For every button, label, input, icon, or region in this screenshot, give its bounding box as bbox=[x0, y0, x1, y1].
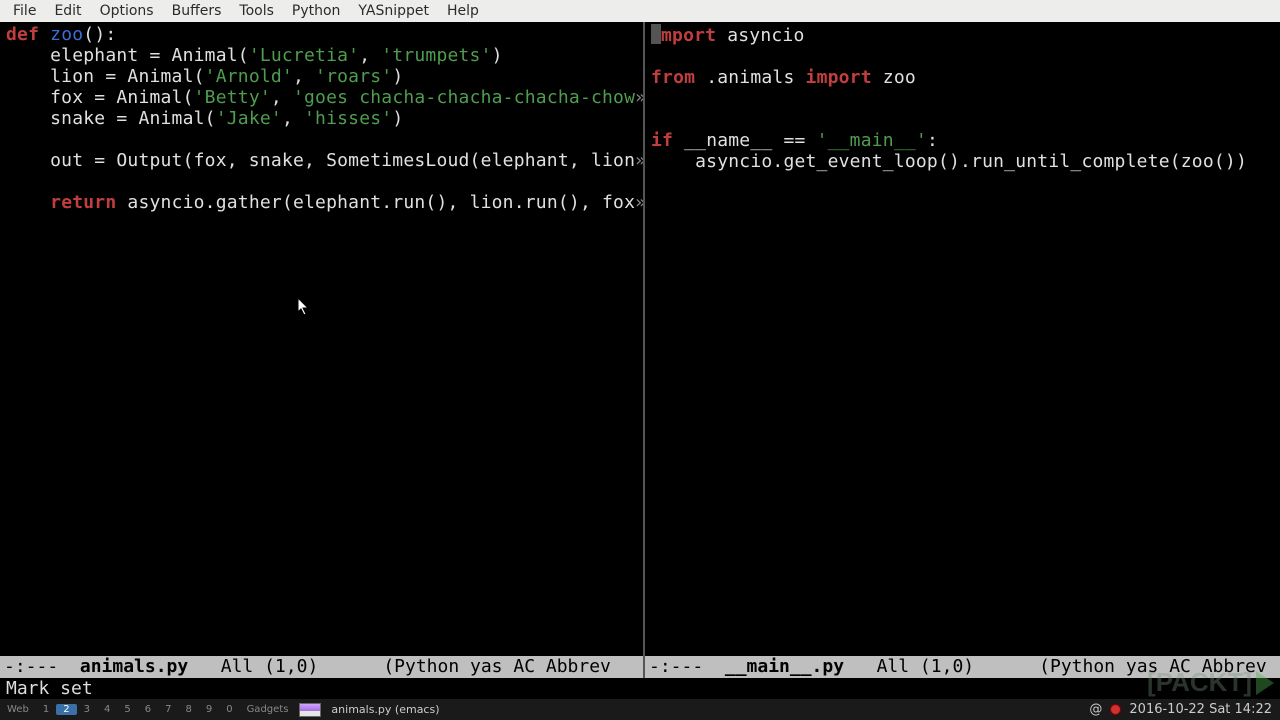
workspace-1[interactable]: 1 bbox=[36, 704, 56, 715]
system-tray: @ 2016-10-22 Sat 14:22 bbox=[1089, 702, 1280, 717]
menu-python[interactable]: Python bbox=[283, 3, 350, 19]
workspace-8[interactable]: 8 bbox=[178, 704, 198, 715]
minibuffer: Mark set bbox=[0, 678, 1280, 699]
mode-line-right: -:--- __main__.py All (1,0) (Python yas … bbox=[645, 656, 1280, 678]
modeline-modes: (Python yas AC Abbrev bbox=[383, 656, 611, 677]
modeline-position: All (1,0) bbox=[844, 656, 1039, 677]
right-pane[interactable]: mport asyncio from .animals import zoo i… bbox=[645, 22, 1280, 678]
taskbar: Web 1234567890 Gadgets animals.py (emacs… bbox=[0, 699, 1280, 720]
menu-help[interactable]: Help bbox=[438, 3, 488, 19]
clock: 2016-10-22 Sat 14:22 bbox=[1129, 702, 1272, 717]
workspace-label-gadgets[interactable]: Gadgets bbox=[240, 704, 296, 715]
workspace-3[interactable]: 3 bbox=[77, 704, 97, 715]
menu-bar: FileEditOptionsBuffersToolsPythonYASnipp… bbox=[0, 0, 1280, 22]
workspace-0[interactable]: 0 bbox=[219, 704, 239, 715]
code-body-left[interactable]: def zoo(): elephant = Animal('Lucretia',… bbox=[0, 22, 643, 213]
workspace-label-web[interactable]: Web bbox=[0, 704, 36, 715]
workspace-6[interactable]: 6 bbox=[138, 704, 158, 715]
mode-line-left: -:--- animals.py All (1,0) (Python yas A… bbox=[0, 656, 643, 678]
buffer-name: __main__.py bbox=[725, 656, 844, 677]
menu-options[interactable]: Options bbox=[91, 3, 163, 19]
workspace-7[interactable]: 7 bbox=[158, 704, 178, 715]
menu-file[interactable]: File bbox=[4, 3, 45, 19]
at-icon: @ bbox=[1089, 702, 1102, 717]
workspace-5[interactable]: 5 bbox=[117, 704, 137, 715]
menu-tools[interactable]: Tools bbox=[230, 3, 283, 19]
menu-buffers[interactable]: Buffers bbox=[163, 3, 231, 19]
workspace-9[interactable]: 9 bbox=[199, 704, 219, 715]
notification-dot-icon[interactable] bbox=[1110, 704, 1121, 715]
code-body-right[interactable]: mport asyncio from .animals import zoo i… bbox=[645, 22, 1280, 172]
buffer-name: animals.py bbox=[80, 656, 188, 677]
modeline-position: All (1,0) bbox=[188, 656, 383, 677]
menu-edit[interactable]: Edit bbox=[45, 3, 90, 19]
modeline-prefix: -:--- bbox=[649, 656, 725, 677]
editor-area: def zoo(): elephant = Animal('Lucretia',… bbox=[0, 22, 1280, 678]
workspace-2[interactable]: 2 bbox=[56, 704, 76, 715]
left-pane[interactable]: def zoo(): elephant = Animal('Lucretia',… bbox=[0, 22, 645, 678]
modeline-modes: (Python yas AC Abbrev bbox=[1039, 656, 1267, 677]
emacs-app-icon[interactable] bbox=[299, 703, 321, 717]
workspace-4[interactable]: 4 bbox=[97, 704, 117, 715]
menu-yasnippet[interactable]: YASnippet bbox=[349, 3, 438, 19]
app-title[interactable]: animals.py (emacs) bbox=[331, 703, 439, 716]
modeline-prefix: -:--- bbox=[4, 656, 80, 677]
